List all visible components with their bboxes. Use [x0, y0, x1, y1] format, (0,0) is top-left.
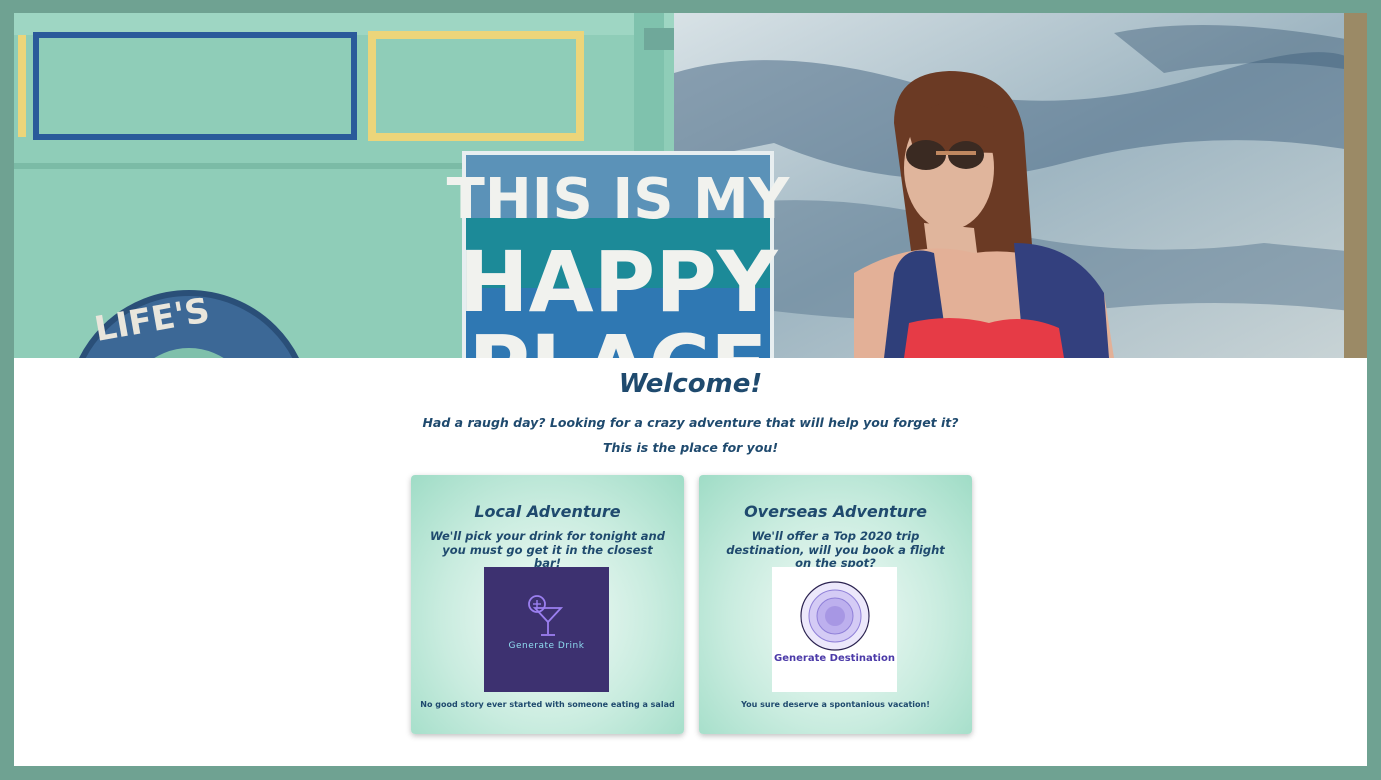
- overseas-adventure-footer: You sure deserve a spontanious vacation!: [741, 700, 930, 709]
- hero-image: THIS IS MY HAPPY PLACE LIFE'S: [14, 13, 1367, 358]
- local-adventure-card: Local Adventure We'll pick your drink fo…: [411, 475, 684, 734]
- welcome-line-2: This is the place for you!: [602, 440, 779, 455]
- generate-drink-button[interactable]: Generate Drink: [484, 567, 609, 692]
- page-frame: THIS IS MY HAPPY PLACE LIFE'S Welcome! H…: [14, 13, 1367, 766]
- hero-banner: THIS IS MY HAPPY PLACE LIFE'S: [14, 13, 1367, 358]
- overseas-adventure-card: Overseas Adventure We'll offer a Top 202…: [699, 475, 972, 734]
- globe-rings-icon: [800, 581, 870, 651]
- generate-destination-button[interactable]: Generate Destination: [772, 567, 897, 692]
- welcome-title: Welcome!: [618, 369, 763, 399]
- overseas-adventure-text: We'll offer a Top 2020 trip destination,…: [726, 529, 945, 570]
- local-adventure-footer: No good story ever started with someone …: [420, 700, 675, 709]
- overseas-adventure-title: Overseas Adventure: [744, 502, 927, 521]
- generate-drink-label: Generate Drink: [508, 641, 585, 651]
- generate-destination-label: Generate Destination: [774, 653, 895, 664]
- sign-text-3: PLACE: [468, 317, 767, 358]
- sign-text-1: THIS IS MY: [447, 167, 791, 232]
- cocktail-icon: [528, 595, 564, 636]
- welcome-line-1: Had a raugh day? Looking for a crazy adv…: [422, 415, 959, 430]
- local-adventure-text: We'll pick your drink for tonight and yo…: [430, 529, 665, 570]
- local-adventure-title: Local Adventure: [474, 502, 621, 521]
